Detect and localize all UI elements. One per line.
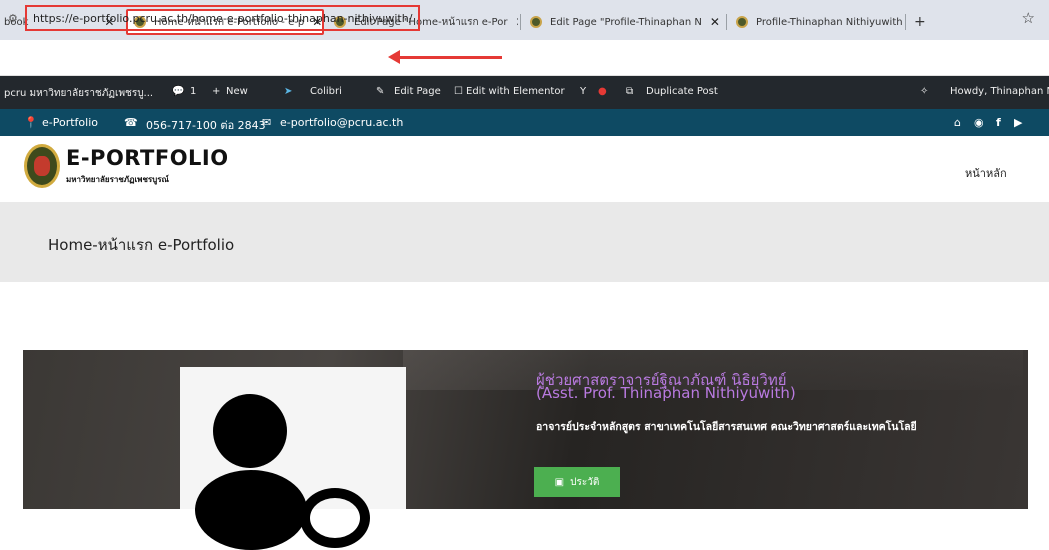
close-icon[interactable]: ✕ — [515, 15, 518, 29]
phone-icon: ☎ — [124, 116, 138, 129]
yoast-icon[interactable]: Y — [580, 86, 586, 97]
sparkle-icon[interactable]: ✧ — [920, 86, 928, 97]
duplicate-post-link[interactable]: Duplicate Post — [646, 86, 718, 97]
close-icon[interactable]: ✕ — [710, 15, 720, 29]
facebook-icon[interactable]: f — [996, 116, 1001, 129]
wp-admin-bar: pcru มหาวิทยาลัยราชภัฏเพชรบู... 💬 1 + Ne… — [0, 76, 1049, 109]
tab-separator — [726, 14, 727, 30]
bio-button-label: ประวัติ — [570, 476, 600, 488]
tab-separator — [520, 14, 521, 30]
star-icon[interactable]: ☆ — [1022, 9, 1035, 27]
phone-number[interactable]: 056-717-100 ต่อ 2843 — [146, 116, 266, 134]
tab-separator — [905, 14, 906, 30]
edit-page-link[interactable]: Edit Page — [394, 86, 441, 97]
site-brand[interactable]: E-PORTFOLIO — [66, 146, 229, 170]
site-info-bar: 📍 e-Portfolio ☎ 056-717-100 ต่อ 2843 ✉ e… — [0, 109, 1049, 136]
url-field[interactable]: https://e-portfolio.pcru.ac.th/home-e-po… — [25, 5, 421, 31]
duplicate-icon[interactable]: ⧉ — [626, 86, 633, 97]
avatar-body-shape — [195, 470, 307, 550]
plus-icon[interactable]: + — [212, 86, 220, 97]
colibri-icon[interactable]: ➤ — [284, 86, 292, 97]
site-brand-sub: มหาวิทยาลัยราชภัฏเพชรบูรณ์ — [66, 175, 169, 184]
edit-elementor-link[interactable]: Edit with Elementor — [466, 86, 565, 97]
tab-edit-profile[interactable]: Edit Page "Profile-Thinaphan N ✕ — [530, 9, 724, 35]
wp-site-link[interactable]: pcru มหาวิทยาลัยราชภัฏเพชรบู... — [4, 86, 153, 101]
home-icon[interactable]: ⌂ — [954, 116, 961, 129]
nav-home-link[interactable]: หน้าหลัก — [965, 164, 1007, 182]
bio-button[interactable]: ▣ ประวัติ — [534, 467, 620, 497]
mail-icon: ✉ — [262, 116, 272, 129]
avatar-head-shape — [213, 394, 287, 468]
comments-count[interactable]: 1 — [190, 86, 196, 97]
address-row — [0, 40, 1049, 76]
tune-icon[interactable]: ⚙ — [8, 12, 18, 25]
site-favicon-icon — [530, 16, 542, 28]
email-link[interactable]: e-portfolio@pcru.ac.th — [280, 116, 403, 129]
comment-icon[interactable]: 💬 — [172, 86, 184, 97]
id-card-icon: ▣ — [554, 476, 565, 488]
tab-label: Edit Page "Profile-Thinaphan N — [550, 16, 702, 28]
portfolio-link[interactable]: e-Portfolio — [42, 116, 98, 129]
video-icon[interactable]: ▶ — [1014, 116, 1022, 129]
seo-status-icon: ● — [598, 86, 607, 97]
elementor-icon[interactable]: ☐ — [454, 86, 463, 97]
profile-name-english: (Asst. Prof. Thinaphan Nithiyuwith) — [536, 384, 796, 402]
tab-profile[interactable]: Profile-Thinaphan Nithiyuwith ✕ — [736, 9, 908, 35]
location-icon: 📍 — [24, 116, 38, 129]
annotation-arrow — [388, 50, 502, 64]
new-button[interactable]: New — [226, 86, 248, 97]
howdy-user[interactable]: Howdy, Thinaphan N — [950, 86, 1049, 97]
avatar-ring-shape — [300, 488, 370, 548]
tab-label: Profile-Thinaphan Nithiyuwith — [756, 16, 903, 28]
profile-position: อาจารย์ประจำหลักสูตร สาขาเทคโนโลยีสารสนเ… — [536, 421, 917, 433]
new-tab-button[interactable]: + — [914, 9, 926, 35]
colibri-menu[interactable]: Colibri — [310, 86, 342, 97]
university-logo[interactable] — [24, 144, 60, 188]
page-title: Home-หน้าแรก e-Portfolio — [48, 236, 235, 254]
site-favicon-icon — [736, 16, 748, 28]
messenger-icon[interactable]: ◉ — [974, 116, 984, 129]
pencil-icon[interactable]: ✎ — [376, 86, 384, 97]
